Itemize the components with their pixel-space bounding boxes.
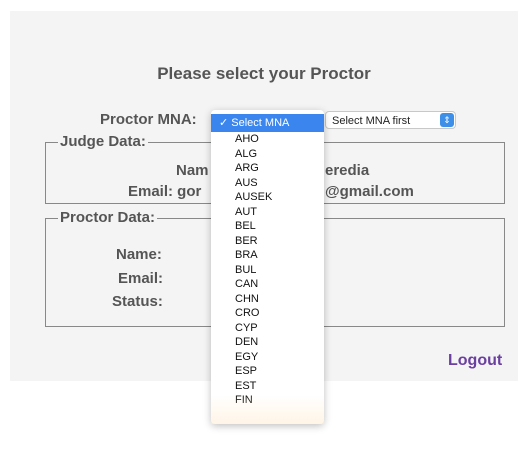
- proctor-email-label: Email:: [118, 270, 164, 287]
- dropdown-option[interactable]: EGY: [211, 350, 324, 365]
- dropdown-option[interactable]: CYP: [211, 321, 324, 336]
- dropdown-option[interactable]: BER: [211, 234, 324, 249]
- dropdown-option[interactable]: BUL: [211, 263, 324, 278]
- dropdown-option[interactable]: CHN: [211, 292, 324, 307]
- dropdown-option[interactable]: AUS: [211, 176, 324, 191]
- dropdown-option[interactable]: AHO: [211, 132, 324, 147]
- judge-name-value: eredia: [325, 162, 370, 179]
- judge-email-value: @gmail.com: [325, 183, 414, 200]
- dropdown-option[interactable]: ESP: [211, 364, 324, 379]
- dropdown-option[interactable]: BRA: [211, 248, 324, 263]
- dropdown-option[interactable]: AUT: [211, 205, 324, 220]
- dropdown-option[interactable]: FIN: [211, 393, 324, 408]
- chevron-updown-icon: ⇕: [440, 113, 454, 127]
- proctor-mna-label: Proctor MNA:: [100, 111, 197, 128]
- dropdown-option[interactable]: EST: [211, 379, 324, 394]
- checkmark-icon: ✓: [219, 117, 229, 129]
- proctor-status-label: Status:: [112, 293, 163, 310]
- dropdown-option[interactable]: AUSEK: [211, 190, 324, 205]
- judge-email-label: Email: gor: [128, 183, 202, 200]
- dropdown-option[interactable]: DEN: [211, 335, 324, 350]
- dropdown-option[interactable]: ARG: [211, 161, 324, 176]
- logout-link[interactable]: Logout: [448, 352, 502, 370]
- dropdown-option[interactable]: BEL: [211, 219, 324, 234]
- dropdown-option[interactable]: CAN: [211, 277, 324, 292]
- proctor-name-label: Name:: [116, 246, 162, 263]
- secondary-select[interactable]: Select MNA first ⇕: [325, 111, 456, 129]
- dropdown-option-selected[interactable]: ✓ Select MNA: [211, 114, 324, 132]
- dropdown-option[interactable]: CRO: [211, 306, 324, 321]
- dropdown-option-label: Select MNA: [231, 117, 290, 129]
- judge-name-label: Nam: [176, 162, 209, 179]
- mna-dropdown-list[interactable]: ✓ Select MNA AHO ALG ARG AUS AUSEK AUT B…: [211, 110, 324, 424]
- dropdown-option[interactable]: ALG: [211, 147, 324, 162]
- page-title: Please select your Proctor: [157, 64, 371, 83]
- proctor-data-legend: Proctor Data:: [58, 209, 158, 226]
- secondary-select-value: Select MNA first: [332, 115, 411, 127]
- judge-data-legend: Judge Data:: [58, 133, 148, 150]
